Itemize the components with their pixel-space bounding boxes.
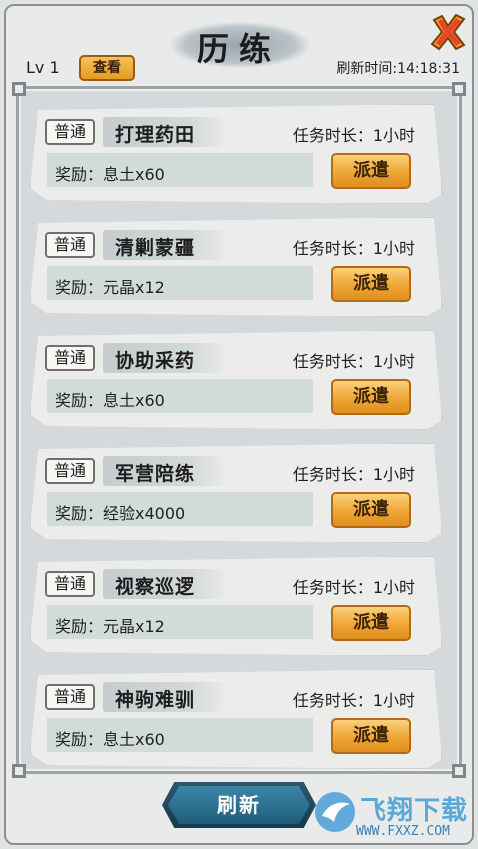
refresh-button[interactable]: 刷新 [162,782,316,828]
level-label: Lv 1 [26,58,60,77]
dispatch-button[interactable]: 派遣 [331,379,411,415]
task-duration: 任务时长：1小时 [292,352,415,371]
task-card: 普通 协助采药 任务时长：1小时 奖励：息土x60 派遣 [30,330,442,430]
task-name: 军营陪练 [115,463,196,485]
task-name: 协助采药 [115,350,196,372]
bird-logo-icon [315,792,355,832]
task-card: 普通 视察巡逻 任务时长：1小时 奖励：元晶x12 派遣 [30,556,442,656]
tier-badge: 普通 [45,684,95,710]
frame-corner [452,82,466,96]
task-card: 普通 军营陪练 任务时长：1小时 奖励：经验x4000 派遣 [30,443,442,543]
tier-badge: 普通 [45,458,95,484]
tier-badge: 普通 [45,571,95,597]
task-duration: 任务时长：1小时 [292,465,415,484]
task-list: 普通 打理药田 任务时长：1小时 奖励：息土x60 派遣 普通 清剿蒙疆 任务时… [30,104,442,782]
tier-badge: 普通 [45,345,95,371]
view-button[interactable]: 查看 [79,55,135,81]
task-reward: 奖励：息土x60 [55,391,165,410]
frame-corner [12,764,26,778]
task-reward: 奖励：息土x60 [55,165,165,184]
task-card: 普通 打理药田 任务时长：1小时 奖励：息土x60 派遣 [30,104,442,204]
task-card: 普通 清剿蒙疆 任务时长：1小时 奖励：元晶x12 派遣 [30,217,442,317]
watermark-text: 飞翔下载 [360,796,469,826]
task-duration: 任务时长：1小时 [292,126,415,145]
task-duration: 任务时长：1小时 [292,578,415,597]
dispatch-button[interactable]: 派遣 [331,492,411,528]
watermark-url: WWW.FXXZ.COM [356,824,450,839]
dispatch-button[interactable]: 派遣 [331,605,411,641]
task-reward: 奖励：元晶x12 [55,617,165,636]
task-name: 神驹难驯 [115,689,196,711]
task-card: 普通 神驹难驯 任务时长：1小时 奖励：息土x60 派遣 [30,669,442,769]
task-name: 视察巡逻 [115,576,196,598]
frame-corner [452,764,466,778]
dispatch-button[interactable]: 派遣 [331,718,411,754]
close-button[interactable] [428,12,468,52]
dispatch-button[interactable]: 派遣 [331,153,411,189]
task-duration: 任务时长：1小时 [292,239,415,258]
refresh-time-label: 刷新时间:14:18:31 [336,61,460,77]
task-name: 打理药田 [115,124,196,146]
close-icon [430,13,466,51]
task-duration: 任务时长：1小时 [292,691,415,710]
tier-badge: 普通 [45,232,95,258]
task-reward: 奖励：经验x4000 [55,504,186,523]
tier-badge: 普通 [45,119,95,145]
frame-corner [12,82,26,96]
task-reward: 奖励：元晶x12 [55,278,165,297]
task-name: 清剿蒙疆 [115,237,196,259]
dispatch-button[interactable]: 派遣 [331,266,411,302]
task-reward: 奖励：息土x60 [55,730,165,749]
